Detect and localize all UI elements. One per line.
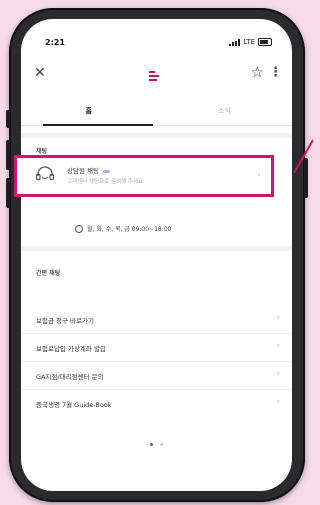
star-outline-icon[interactable]: ☆ [251,63,264,81]
list-item[interactable]: 보험금 청구 바로가기 › [21,306,292,334]
card-title: 상담원 채팅 [67,165,110,175]
list-item-label: 보험료납입 가상계좌 발급 [36,345,106,353]
headset-icon [35,166,55,181]
chevron-right-icon: › [276,397,280,407]
card-title-text: 상담원 채팅 [67,167,99,175]
status-time: 2:21 [45,38,65,47]
new-badge [102,169,110,173]
signal-icon [229,38,241,46]
network-label: LTE [243,38,255,46]
list-item[interactable]: 보험료납입 가상계좌 발급 › [21,334,292,362]
app-logo-icon [146,68,162,82]
chevron-right-icon: › [276,369,280,379]
pagination-dot [160,443,164,446]
list-item[interactable]: GA지점/대리점센터 문의 › [21,362,292,390]
phone-screen: 2:21 LTE ✕ ☆ ⋮ 홈 소식 채팅 월, 화, 수, 목, 금 09:… [21,19,292,491]
counselor-chat-card[interactable]: 상담원 채팅 고객센터 채팅으로 문의해 주세요. › [14,155,274,197]
list-item-label: GA지점/대리점센터 문의 [36,373,104,381]
top-bar: ✕ ☆ ⋮ [21,62,292,92]
chat-section-title: 채팅 [36,148,48,155]
quick-chat-list: 보험금 청구 바로가기 › 보험료납입 가상계좌 발급 › GA지점/대리점센터… [21,306,292,417]
list-item-label: 중국생명 7월 Guide-Book [36,401,112,409]
battery-icon [258,38,272,46]
list-item[interactable]: 중국생명 7월 Guide-Book › [21,390,292,417]
tab-news[interactable]: 소식 [157,99,293,125]
tab-bar: 홈 소식 [21,99,292,126]
tab-home[interactable]: 홈 [21,99,157,126]
more-vertical-icon[interactable]: ⋮ [269,65,282,80]
side-button-volume-up [6,140,10,170]
quick-chat-section-title: 간편 채팅 [36,270,61,277]
list-item-label: 보험금 청구 바로가기 [36,317,94,325]
section-divider [21,246,292,251]
side-button-mute [6,110,10,128]
chevron-right-icon: › [276,341,280,351]
card-subtitle: 고객센터 채팅으로 문의해 주세요. [67,179,145,185]
section-divider [21,133,292,138]
operating-hours-text: 월, 화, 수, 목, 금 09:00~18:00 [87,226,172,233]
chevron-right-icon: › [276,313,280,323]
side-button-power [304,158,308,198]
pagination-dots [21,431,292,450]
pagination-dot-active [149,443,153,446]
status-icons: LTE [229,38,272,46]
status-bar: 2:21 LTE [21,19,292,53]
clock-icon [75,224,83,233]
operating-hours: 월, 화, 수, 목, 금 09:00~18:00 [75,224,171,233]
chevron-right-icon: › [257,170,261,180]
side-button-volume-down [6,178,10,208]
close-icon[interactable]: ✕ [34,65,46,81]
